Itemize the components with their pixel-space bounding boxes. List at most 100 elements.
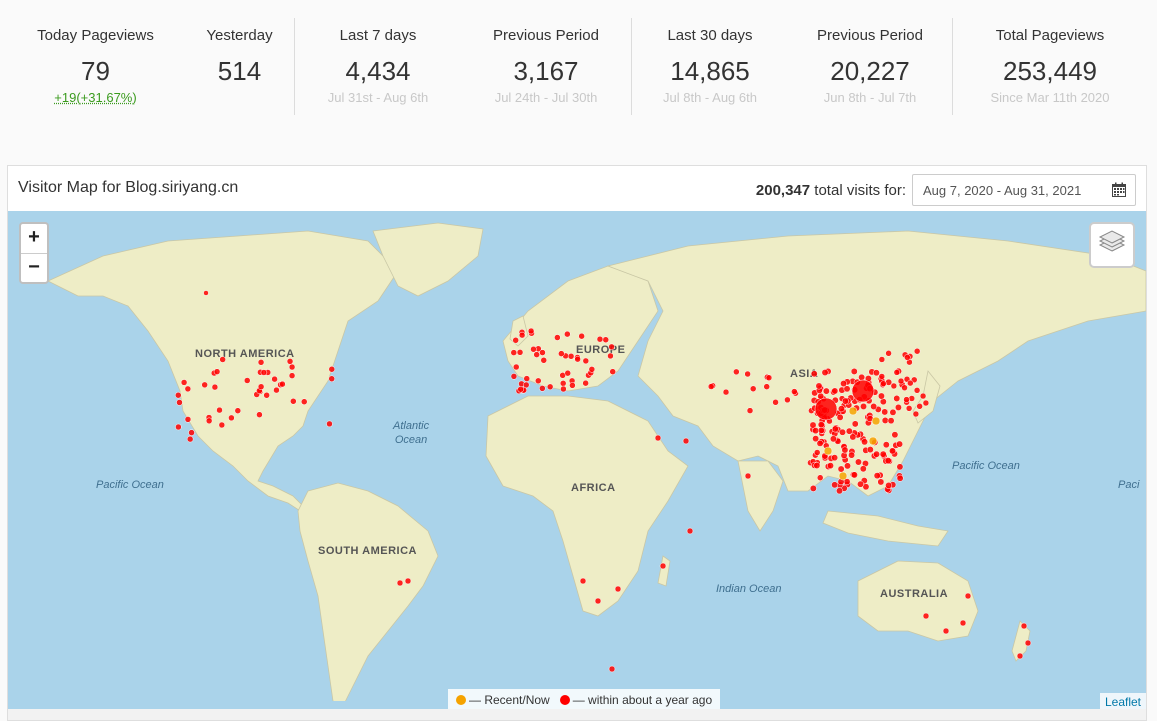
visit-marker[interactable] bbox=[851, 420, 859, 428]
visit-marker[interactable] bbox=[831, 454, 839, 462]
visit-marker[interactable] bbox=[180, 379, 188, 386]
visit-marker[interactable] bbox=[784, 396, 791, 404]
visit-marker[interactable] bbox=[201, 381, 208, 389]
visit-marker[interactable] bbox=[1020, 622, 1028, 630]
visit-marker[interactable] bbox=[903, 396, 910, 403]
visit-marker[interactable] bbox=[831, 425, 839, 433]
visit-marker[interactable] bbox=[922, 612, 930, 620]
visit-marker[interactable] bbox=[263, 392, 270, 399]
visit-marker[interactable] bbox=[682, 437, 690, 445]
visit-marker[interactable] bbox=[273, 386, 280, 394]
visit-marker[interactable] bbox=[722, 388, 730, 396]
visit-marker[interactable] bbox=[257, 359, 265, 366]
visit-marker[interactable] bbox=[749, 385, 757, 393]
visit-marker[interactable] bbox=[518, 331, 526, 339]
recent-visit-marker[interactable] bbox=[868, 436, 878, 446]
visit-marker[interactable] bbox=[849, 433, 857, 441]
visit-marker[interactable] bbox=[839, 428, 846, 436]
visit-marker[interactable] bbox=[877, 392, 885, 400]
visit-marker[interactable] bbox=[578, 332, 585, 340]
visit-marker[interactable] bbox=[213, 368, 221, 375]
visit-marker[interactable] bbox=[861, 438, 869, 446]
visit-marker[interactable] bbox=[831, 481, 839, 489]
visit-marker[interactable] bbox=[884, 457, 892, 465]
visit-marker[interactable] bbox=[897, 377, 905, 385]
visit-marker[interactable] bbox=[328, 375, 335, 382]
visit-marker[interactable] bbox=[880, 380, 887, 387]
visit-marker[interactable] bbox=[588, 366, 596, 373]
recent-visit-marker[interactable] bbox=[871, 416, 881, 426]
visit-marker[interactable] bbox=[609, 368, 616, 375]
visit-marker[interactable] bbox=[919, 392, 927, 400]
visit-marker[interactable] bbox=[870, 403, 878, 410]
visit-marker[interactable] bbox=[707, 383, 715, 390]
visit-marker[interactable] bbox=[558, 350, 565, 357]
visit-marker[interactable] bbox=[288, 363, 296, 371]
recent-visit-marker[interactable] bbox=[823, 446, 833, 456]
visit-marker[interactable] bbox=[654, 434, 662, 442]
visit-marker[interactable] bbox=[535, 377, 542, 385]
visit-marker[interactable] bbox=[1024, 639, 1032, 647]
visit-marker[interactable] bbox=[211, 383, 219, 391]
visit-marker[interactable] bbox=[228, 414, 235, 422]
visit-marker[interactable] bbox=[896, 474, 904, 482]
visit-marker[interactable] bbox=[614, 585, 622, 593]
visit-marker[interactable] bbox=[546, 383, 554, 391]
visit-marker[interactable] bbox=[889, 408, 897, 416]
visit-marker[interactable] bbox=[219, 356, 226, 363]
zoom-out-button[interactable]: − bbox=[21, 254, 47, 283]
visit-marker[interactable] bbox=[560, 385, 567, 393]
visit-marker[interactable] bbox=[243, 377, 251, 384]
visit-marker[interactable] bbox=[564, 369, 571, 377]
visit-marker[interactable] bbox=[815, 382, 823, 390]
visit-marker[interactable] bbox=[850, 471, 858, 479]
visit-marker[interactable] bbox=[569, 382, 576, 389]
visit-marker[interactable] bbox=[746, 407, 754, 414]
visit-marker[interactable] bbox=[893, 369, 901, 376]
world-map[interactable]: NORTH AMERICA SOUTH AMERICA EUROPE ASIA … bbox=[8, 211, 1146, 711]
visit-marker[interactable] bbox=[579, 577, 587, 585]
visit-marker[interactable] bbox=[512, 363, 520, 371]
recent-visit-marker[interactable] bbox=[848, 406, 858, 416]
visit-marker[interactable] bbox=[840, 380, 848, 388]
visit-marker[interactable] bbox=[763, 383, 770, 390]
visit-marker[interactable] bbox=[288, 372, 296, 379]
visit-marker[interactable] bbox=[594, 597, 602, 605]
visit-marker[interactable] bbox=[872, 369, 880, 377]
visit-marker[interactable] bbox=[326, 420, 333, 428]
visit-marker[interactable] bbox=[527, 327, 535, 335]
visit-marker[interactable] bbox=[602, 336, 610, 343]
visit-marker[interactable] bbox=[659, 562, 667, 570]
visit-marker[interactable] bbox=[873, 450, 880, 458]
visit-marker[interactable] bbox=[816, 439, 824, 447]
visit-marker[interactable] bbox=[855, 458, 862, 466]
visit-marker[interactable] bbox=[851, 379, 875, 403]
visit-marker[interactable] bbox=[848, 451, 856, 459]
visit-marker[interactable] bbox=[184, 385, 192, 393]
visit-marker[interactable] bbox=[186, 435, 194, 443]
visit-marker[interactable] bbox=[523, 375, 531, 382]
visit-marker[interactable] bbox=[942, 627, 950, 635]
visit-marker[interactable] bbox=[574, 355, 581, 363]
visit-marker[interactable] bbox=[530, 345, 537, 353]
visit-marker[interactable] bbox=[816, 474, 824, 481]
visit-marker[interactable] bbox=[517, 386, 524, 393]
visit-marker[interactable] bbox=[814, 397, 838, 421]
visit-marker[interactable] bbox=[905, 405, 913, 412]
recent-visit-marker[interactable] bbox=[838, 471, 848, 481]
visit-marker[interactable] bbox=[540, 357, 548, 364]
visit-marker[interactable] bbox=[290, 398, 297, 405]
visit-marker[interactable] bbox=[904, 354, 911, 361]
visit-marker[interactable] bbox=[176, 399, 183, 406]
visit-marker[interactable] bbox=[256, 411, 263, 418]
visit-marker[interactable] bbox=[878, 373, 886, 380]
visit-marker[interactable] bbox=[533, 351, 540, 358]
visit-marker[interactable] bbox=[890, 382, 898, 390]
visit-marker[interactable] bbox=[300, 398, 308, 405]
visit-marker[interactable] bbox=[845, 427, 853, 435]
visit-marker[interactable] bbox=[959, 619, 967, 627]
visit-marker[interactable] bbox=[607, 352, 614, 360]
visit-marker[interactable] bbox=[744, 472, 752, 480]
visit-marker[interactable] bbox=[882, 441, 890, 449]
visit-marker[interactable] bbox=[878, 356, 886, 363]
